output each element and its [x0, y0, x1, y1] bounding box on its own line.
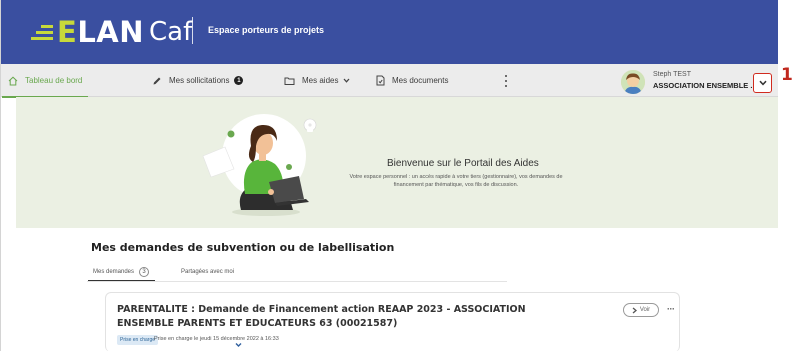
tabs-divider [87, 281, 507, 282]
notification-badge: 1 [234, 76, 244, 85]
status-text: Prise en charge le jeudi 15 décembre 202… [154, 336, 279, 342]
portal-screen: ELAN Caf Espace porteurs de projets Tabl… [0, 0, 778, 351]
nav-label-aids: Mes aides [302, 76, 339, 85]
nav-label-documents: Mes documents [392, 76, 449, 85]
request-title[interactable]: PARENTALITE : Demande de Financement act… [117, 303, 537, 331]
nav-item-aids[interactable]: Mes aides [284, 64, 350, 97]
user-name: Steph TEST [653, 71, 692, 78]
avatar[interactable] [621, 70, 645, 94]
logo-stripes-icon [31, 21, 55, 43]
tab-shared-with-me[interactable]: Partagées avec moi [181, 263, 234, 280]
tab-label-shared: Partagées avec moi [181, 268, 235, 275]
pencil-icon [152, 76, 162, 86]
header-divider [192, 17, 193, 44]
tab-my-requests[interactable]: Mes demandes 3 [87, 263, 156, 281]
chevron-down-icon [343, 78, 350, 83]
nav-label-solicitations: Mes sollicitations [169, 76, 230, 85]
view-button[interactable]: Voir [623, 303, 659, 317]
user-menu-dropdown-button[interactable] [753, 73, 772, 93]
more-horizontal-icon[interactable]: ··· [667, 304, 675, 314]
welcome-title: Bienvenue sur le Portail des Aides [387, 158, 539, 169]
welcome-description: Votre espace personnel : un accès rapide… [349, 174, 563, 189]
kebab-menu-icon[interactable] [504, 75, 507, 87]
elan-caf-logo[interactable]: ELAN Caf [31, 14, 192, 50]
home-icon [8, 76, 18, 86]
chevron-right-icon [632, 307, 637, 314]
logo-text-rest: LAN [77, 15, 145, 49]
header-subtitle: Espace porteurs de projets [208, 25, 325, 35]
user-organization: ASSOCIATION ENSEMBLE ... [653, 81, 757, 90]
logo-text-first: E [57, 15, 78, 49]
view-button-label: Voir [639, 307, 651, 313]
section-title: Mes demandes de subvention ou de labelli… [91, 241, 395, 254]
document-icon [376, 75, 385, 86]
tab-count-badge: 3 [139, 266, 150, 277]
tab-label-my-requests: Mes demandes [93, 268, 135, 275]
nav-item-dashboard[interactable]: Tableau de bord [1, 64, 89, 98]
nav-label-dashboard: Tableau de bord [25, 76, 83, 85]
folder-icon [284, 76, 295, 86]
logo-caf-text: Caf [149, 17, 193, 47]
chevron-down-icon [758, 80, 767, 86]
status-expand-chevron-icon[interactable] [235, 335, 242, 351]
app-header: ELAN Caf Espace porteurs de projets [1, 0, 778, 64]
status-badge: Prise en charge [117, 335, 159, 345]
welcome-illustration [202, 114, 317, 216]
nav-item-solicitations[interactable]: Mes sollicitations 1 [152, 64, 244, 97]
nav-item-documents[interactable]: Mes documents [376, 64, 448, 97]
annotation-callout-number: 1 [781, 65, 793, 85]
